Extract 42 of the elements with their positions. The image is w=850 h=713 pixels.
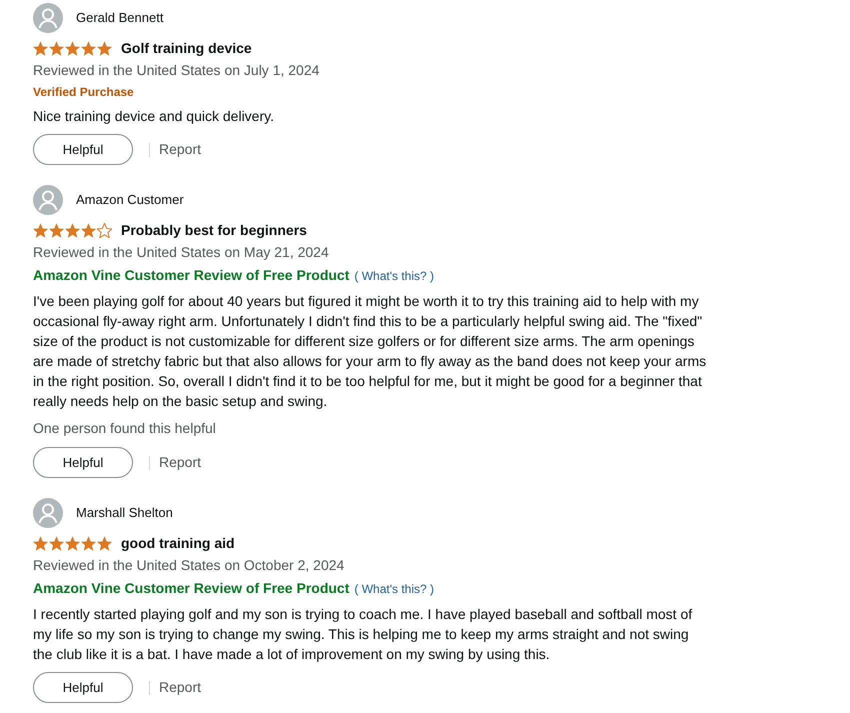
helpful-button[interactable]: Helpful	[33, 134, 133, 165]
report-link[interactable]: Report	[159, 139, 202, 160]
reviewer-name: Marshall Shelton	[76, 504, 173, 522]
review-date: Reviewed in the United States on May 21, 2024	[33, 243, 330, 262]
star-icon	[81, 223, 96, 238]
star-icon	[65, 536, 80, 551]
review-title[interactable]: good training aid	[121, 533, 235, 554]
avatar-icon	[33, 498, 63, 528]
avatar-icon	[33, 185, 63, 215]
star-icon	[49, 223, 64, 238]
star-icon	[97, 536, 112, 551]
star-icon	[81, 41, 96, 56]
reviewer-name: Amazon Customer	[76, 191, 184, 210]
review-date: Reviewed in the United States on July 1, 2024	[33, 61, 320, 80]
verified-purchase-label: Verified Purchase	[33, 84, 134, 101]
star-icon	[33, 223, 48, 238]
avatar-icon	[33, 3, 63, 33]
review-text: I recently started playing golf and my son is trying to coach me. I have played baseball and softball most of my life so my son is trying to change my swing. This is helping me to keep my arms straight and not swing the club like it is a bat. I have made a lot of improvement on my swing by using this.	[33, 605, 694, 664]
vine-review-label: Amazon Vine Customer Review of Free Product	[33, 579, 350, 598]
review-text: I've been playing golf for about 40 years but figured it might be worth it to try this training aid to help with my occasional fly-away right arm. Unfortunately I didn't find this to be a particularly helpful swing aid. The "fixed" size of the product is not customizable for different size golfers or for different size arms. The arm openings are made of stretchy fabric but that also allows for your arm to fly away as the band does not keep your arms in the right position. So, overall I didn't find it to be too helpful for me, but it might be good for a beginner that really needs help on the basic setup and swing.	[33, 292, 708, 411]
star-icon	[65, 41, 80, 56]
star-icon	[49, 536, 64, 551]
star-icon	[33, 536, 48, 551]
report-link[interactable]: Report	[159, 677, 202, 698]
star-icon	[97, 41, 112, 56]
whats-this-link[interactable]: ( What's this? )	[354, 580, 434, 598]
review-title[interactable]: Probably best for beginners	[121, 220, 307, 241]
star-icon	[33, 41, 48, 56]
star-icon	[49, 41, 64, 56]
star-icon	[65, 223, 80, 238]
review-date: Reviewed in the United States on October 2, 2024	[33, 556, 346, 575]
star-outline-icon	[97, 223, 112, 238]
reviewer-name: Gerald Bennett	[76, 9, 164, 28]
report-link[interactable]: Report	[159, 452, 202, 473]
helpful-count: One person found this helpful	[33, 419, 217, 438]
review-text: Nice training device and quick delivery.	[33, 107, 275, 126]
star-icon	[81, 536, 96, 551]
vine-review-label: Amazon Vine Customer Review of Free Product	[33, 266, 350, 285]
review-title[interactable]: Golf training device	[121, 38, 252, 59]
whats-this-link[interactable]: ( What's this? )	[354, 267, 434, 285]
helpful-button[interactable]: Helpful	[33, 672, 133, 703]
helpful-button[interactable]: Helpful	[33, 447, 133, 478]
